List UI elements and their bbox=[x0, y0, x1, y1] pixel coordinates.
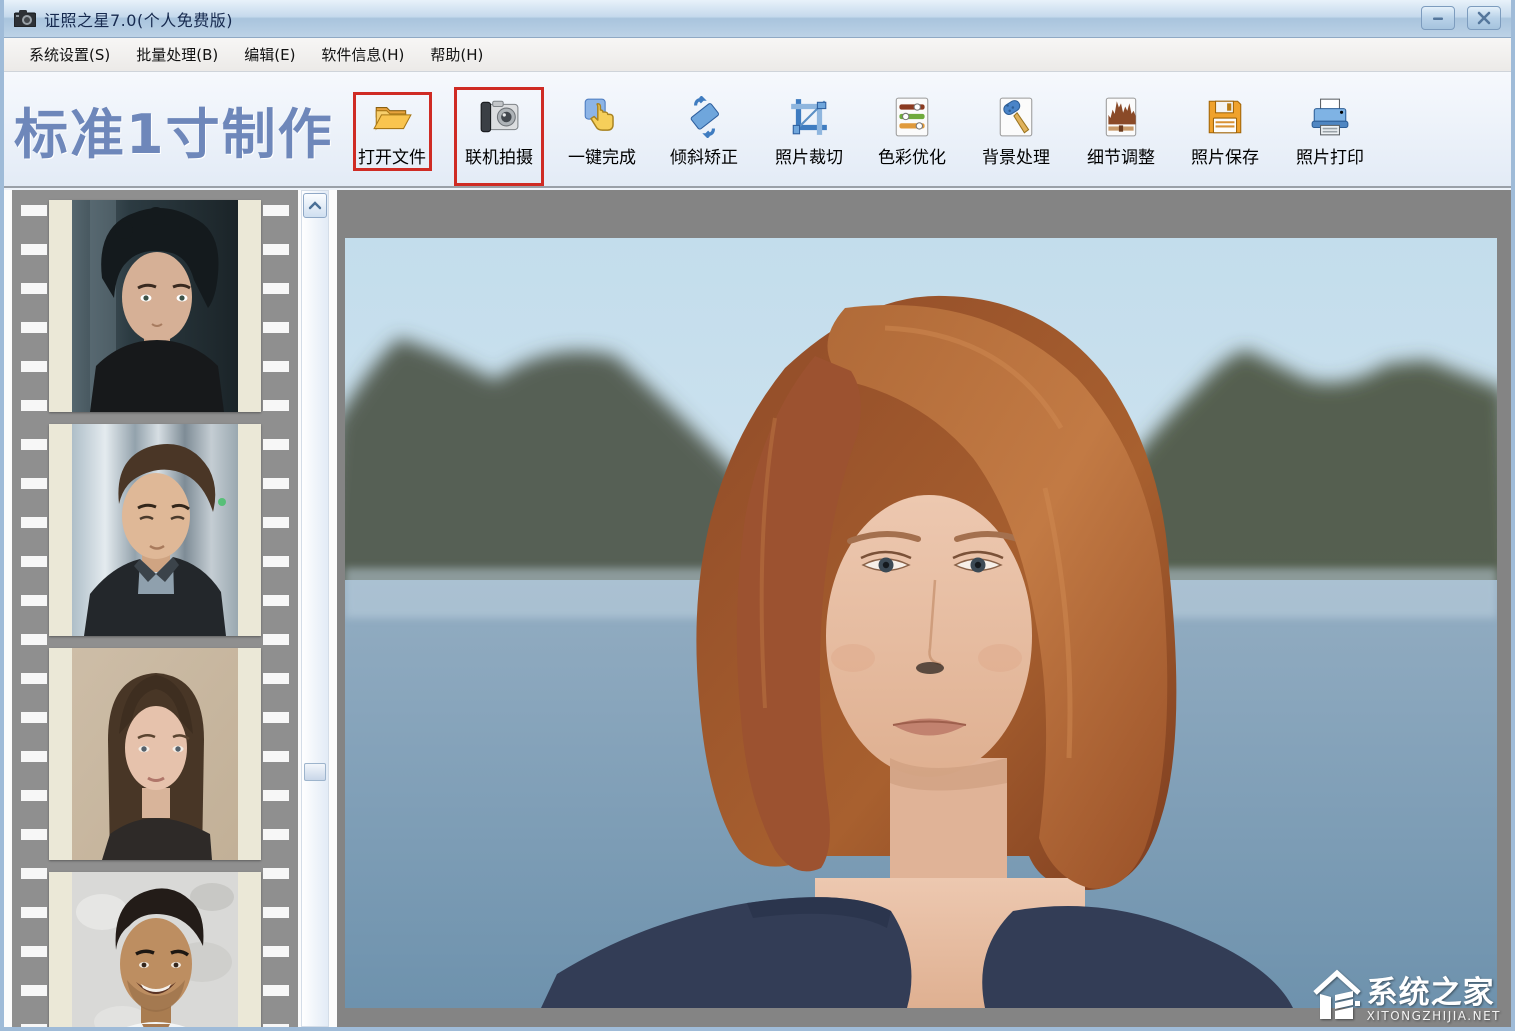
menu-item-batch-process[interactable]: 批量处理(B) bbox=[123, 38, 231, 72]
annotation-box-camera-capture bbox=[454, 87, 544, 186]
filmstrip-holes-right bbox=[263, 190, 289, 1027]
thumbnail-3-photo bbox=[72, 648, 238, 860]
filmstrip bbox=[12, 190, 298, 1027]
menu-item-edit[interactable]: 编辑(E) bbox=[231, 38, 308, 72]
chevron-up-icon bbox=[308, 201, 322, 210]
scroll-up-button[interactable] bbox=[303, 193, 327, 218]
watermark-brand: 系统之家 bbox=[1367, 977, 1495, 1009]
watermark-domain: XITONGZHIJIA.NET bbox=[1367, 1009, 1501, 1023]
window-title: 证照之星7.0(个人免费版) bbox=[44, 7, 233, 31]
thumbnail-1-photo bbox=[72, 200, 238, 412]
toolbar-button-label: 背景处理 bbox=[982, 143, 1050, 168]
save-floppy-icon bbox=[1204, 96, 1246, 138]
toolbar-button-photo-save[interactable]: 照片保存 bbox=[1185, 96, 1265, 182]
toolbar-button-label: 一键完成 bbox=[568, 143, 636, 168]
toolbar-button-photo-crop[interactable]: 照片裁切 bbox=[769, 96, 849, 182]
menu-bar: 系统设置(S) 批量处理(B) 编辑(E) 软件信息(H) 帮助(H) bbox=[4, 38, 1511, 72]
thumbnail-3[interactable] bbox=[49, 648, 261, 860]
minimize-button[interactable] bbox=[1421, 6, 1455, 30]
sidebar-scrollbar[interactable] bbox=[301, 190, 329, 1027]
toolbar-button-label: 细节调整 bbox=[1087, 143, 1155, 168]
thumbnail-2-photo bbox=[72, 424, 238, 636]
annotation-box-open-file bbox=[353, 92, 432, 171]
minimize-icon bbox=[1431, 11, 1445, 25]
background-brush-icon bbox=[995, 96, 1037, 138]
close-button[interactable] bbox=[1467, 6, 1501, 30]
toolbar-button-color-optimize[interactable]: 色彩优化 bbox=[872, 96, 952, 182]
toolbar: 标准1寸制作 打开文件 联机拍摄 bbox=[4, 72, 1511, 188]
photo-sidebar bbox=[4, 190, 337, 1027]
tilt-correct-icon bbox=[683, 96, 725, 138]
detail-histogram-icon bbox=[1100, 96, 1142, 138]
color-sliders-icon bbox=[891, 96, 933, 138]
toolbar-button-detail-adjust[interactable]: 细节调整 bbox=[1081, 96, 1161, 182]
editing-workspace: 系统之家 XITONGZHIJIA.NET bbox=[337, 190, 1511, 1027]
toolbar-button-label: 色彩优化 bbox=[878, 143, 946, 168]
main-photo bbox=[345, 238, 1497, 1008]
toolbar-button-label: 照片裁切 bbox=[775, 143, 843, 168]
photo-crop-icon bbox=[788, 96, 830, 138]
toolbar-button-tilt-correct[interactable]: 倾斜矫正 bbox=[664, 96, 744, 182]
main-photo-canvas[interactable] bbox=[345, 238, 1497, 1008]
app-window: 证照之星7.0(个人免费版) 系统设置(S) 批量处理(B) 编辑(E) 软件信… bbox=[0, 0, 1515, 1031]
thumbnail-2[interactable] bbox=[49, 424, 261, 636]
menu-item-software-info[interactable]: 软件信息(H) bbox=[308, 38, 417, 72]
thumbnail-4-photo bbox=[72, 872, 238, 1027]
content-area: 系统之家 XITONGZHIJIA.NET bbox=[4, 190, 1511, 1027]
toolbar-button-label: 照片打印 bbox=[1296, 143, 1364, 168]
print-icon bbox=[1309, 96, 1351, 138]
app-icon bbox=[14, 10, 36, 27]
filmstrip-holes-left bbox=[21, 190, 47, 1027]
toolbar-button-label: 倾斜矫正 bbox=[670, 143, 738, 168]
menu-item-help[interactable]: 帮助(H) bbox=[417, 38, 496, 72]
title-bar: 证照之星7.0(个人免费版) bbox=[0, 0, 1515, 38]
watermark: 系统之家 XITONGZHIJIA.NET bbox=[1311, 967, 1501, 1023]
one-click-hand-icon bbox=[581, 96, 623, 138]
menu-item-system-settings[interactable]: 系统设置(S) bbox=[16, 38, 123, 72]
toolbar-button-one-click-finish[interactable]: 一键完成 bbox=[562, 96, 642, 182]
close-icon bbox=[1477, 11, 1491, 25]
toolbar-button-background-process[interactable]: 背景处理 bbox=[976, 96, 1056, 182]
mode-title: 标准1寸制作 bbox=[14, 90, 334, 169]
watermark-house-icon bbox=[1311, 967, 1363, 1023]
toolbar-button-photo-print[interactable]: 照片打印 bbox=[1290, 96, 1370, 182]
toolbar-button-label: 照片保存 bbox=[1191, 143, 1259, 168]
thumbnail-4[interactable] bbox=[49, 872, 261, 1027]
scrollbar-thumb[interactable] bbox=[304, 763, 326, 781]
thumbnail-1[interactable] bbox=[49, 200, 261, 412]
